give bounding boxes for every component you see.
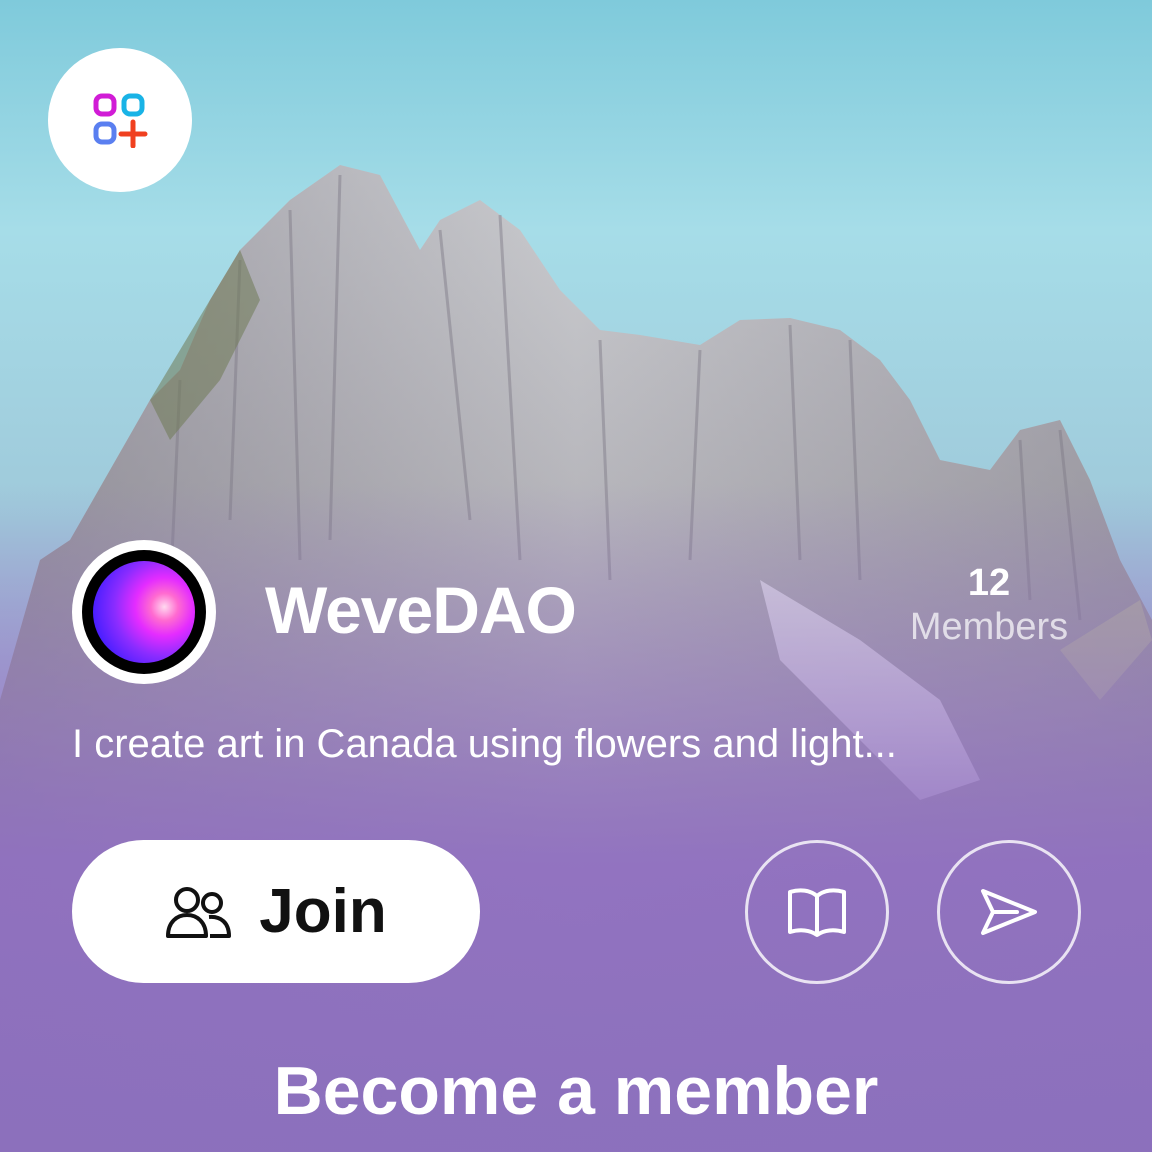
dao-description: I create art in Canada using flowers and… xyxy=(72,722,897,766)
dao-apps-plus-icon xyxy=(93,93,148,148)
member-count: 12 xyxy=(967,562,1011,604)
app-logo[interactable] xyxy=(48,48,192,192)
dao-name: WeveDAO xyxy=(265,573,577,647)
become-member-cta[interactable]: Become a member xyxy=(0,1052,1152,1130)
avatar-ring xyxy=(82,550,206,674)
gradient-orb-avatar xyxy=(93,561,195,663)
join-button[interactable]: Join xyxy=(72,840,480,983)
users-icon xyxy=(166,886,232,938)
dao-card: WeveDAO 12 Members I create art in Canad… xyxy=(0,0,1152,1152)
dao-avatar[interactable] xyxy=(72,540,216,684)
member-label: Members xyxy=(909,606,1069,648)
book-icon xyxy=(788,888,846,937)
send-icon xyxy=(981,889,1037,935)
join-label: Join xyxy=(259,877,387,946)
docs-button[interactable] xyxy=(745,840,889,984)
share-button[interactable] xyxy=(937,840,1081,984)
